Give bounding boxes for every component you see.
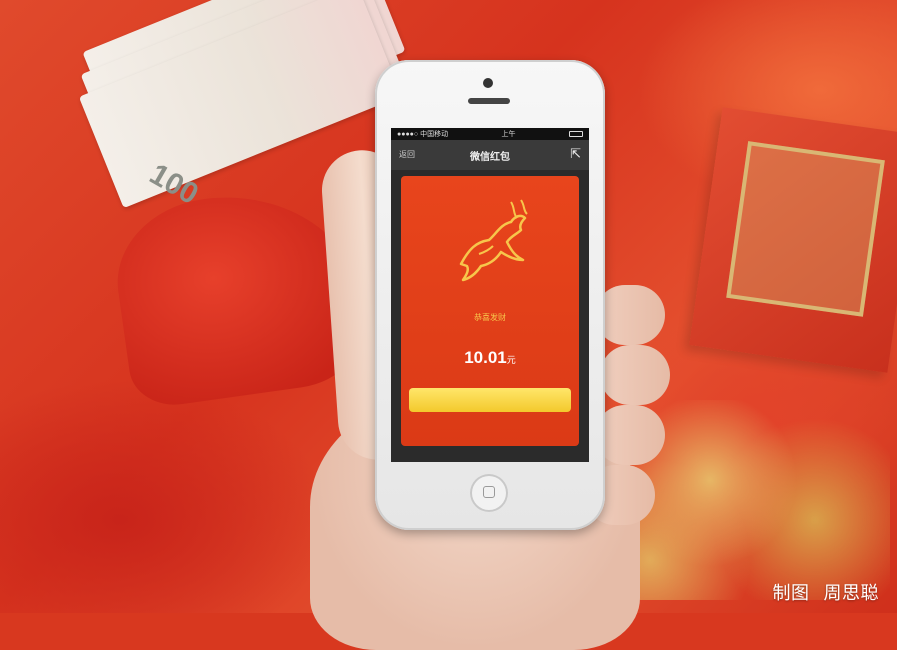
horse-icon <box>459 199 528 282</box>
amount-value: 10.01 <box>464 348 507 367</box>
credit-name: 周思聪 <box>823 583 879 603</box>
carrier-signal: ●●●●○ 中国移动 <box>397 131 449 138</box>
nav-bar: 返回 微信红包 ⇱ <box>391 140 589 170</box>
camera-icon <box>483 78 493 88</box>
status-bar: ●●●●○ 中国移动 上午 <box>391 128 589 140</box>
credit-label: 制图 <box>772 583 810 603</box>
packet-amount: 10.01元 <box>401 348 579 368</box>
nav-title: 微信红包 <box>470 151 510 163</box>
status-time: 上午 <box>501 131 516 138</box>
red-packet-card: 恭喜发财 10.01元 <box>401 176 579 446</box>
footer-bar <box>391 446 589 462</box>
red-envelope-right <box>689 107 897 373</box>
smartphone: ●●●●○ 中国移动 上午 返回 微信红包 ⇱ 恭喜发财 10.01元 <box>375 60 605 530</box>
greeting-text: 恭喜发财 <box>474 313 506 322</box>
amount-unit: 元 <box>506 355 516 365</box>
home-button[interactable] <box>470 474 508 512</box>
view-details-button[interactable] <box>409 388 571 412</box>
finger <box>595 285 665 345</box>
back-button[interactable]: 返回 <box>399 149 415 160</box>
finger <box>595 405 665 465</box>
phone-screen: ●●●●○ 中国移动 上午 返回 微信红包 ⇱ 恭喜发财 10.01元 <box>391 128 589 462</box>
photo-background: 100 ●●●●○ 中国移动 上午 返回 微信红包 ⇱ 恭喜发财 10.01元 … <box>0 0 897 650</box>
battery-icon <box>569 131 583 137</box>
finger <box>600 345 670 405</box>
home-square-icon <box>483 486 495 498</box>
speaker-grille <box>468 98 510 104</box>
share-icon[interactable]: ⇱ <box>570 146 581 162</box>
gold-double-happiness-frame <box>726 141 885 317</box>
image-credit: 制图 周思聪 <box>773 579 880 605</box>
